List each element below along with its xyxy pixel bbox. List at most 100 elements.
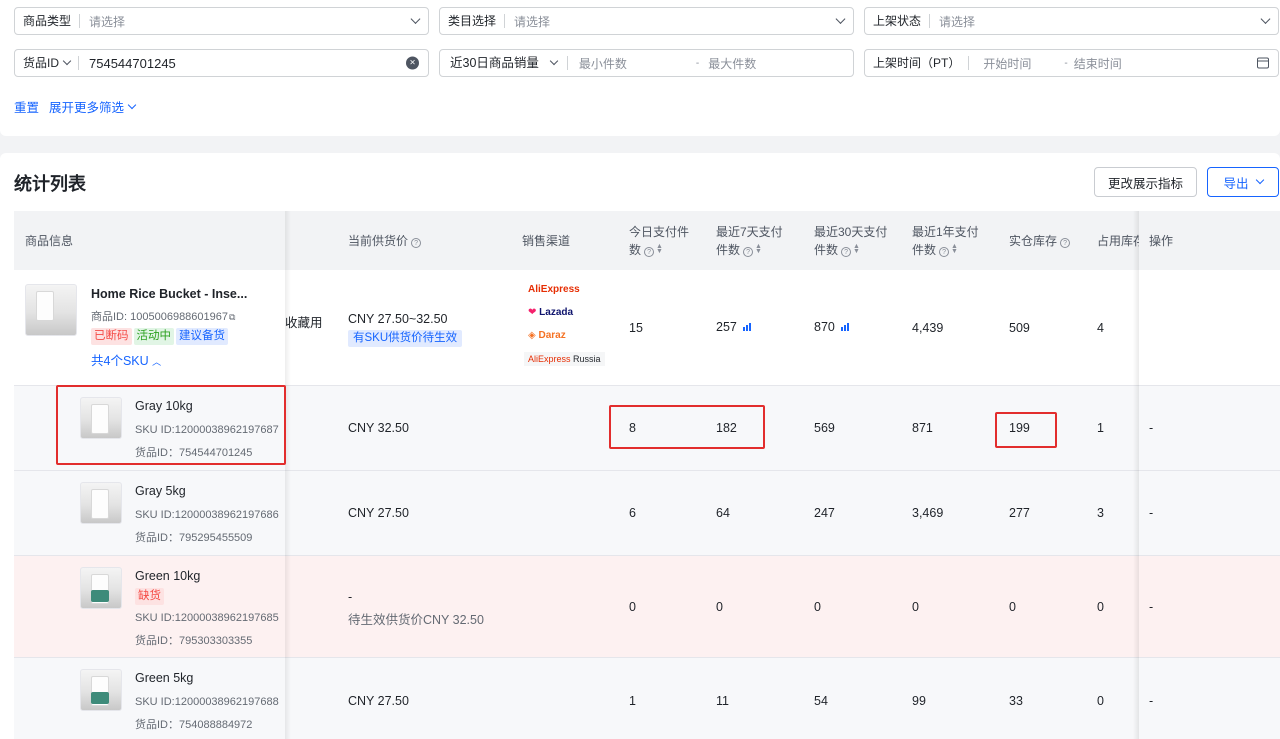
chevron-down-icon (549, 56, 559, 66)
occupied-value: 1 (1097, 421, 1104, 435)
col-today-paid[interactable]: 今日支付件数 ?▲ ▼ (629, 223, 689, 259)
col-action: 操作 (1149, 234, 1174, 248)
trend-chart-icon[interactable] (840, 323, 851, 331)
chevron-down-icon (835, 14, 846, 24)
sku-goods-id: 货品ID：795295455509 (135, 532, 253, 544)
change-metrics-button[interactable]: 更改展示指标 (1094, 167, 1197, 197)
channel-lazada: ❤ Lazada (528, 307, 574, 318)
sales-period-label: 近30日商品销量 (450, 56, 539, 70)
goods-id-field[interactable]: 货品ID 754544701245 × (14, 49, 429, 77)
copy-icon[interactable]: ⧉ (229, 312, 235, 322)
help-icon[interactable]: ? (743, 247, 754, 257)
action-value: - (1149, 506, 1154, 520)
occupied-value: 4 (1097, 321, 1104, 335)
sku-row-out-of-stock: Green 10kg 缺货 SKU ID:12000038962197685 货… (14, 556, 1280, 658)
fixed-column-shadow (285, 211, 291, 739)
help-icon[interactable]: ? (1060, 238, 1071, 248)
id-type-select[interactable]: 货品ID (15, 56, 80, 70)
paid-7d-value: 0 (716, 600, 723, 614)
today-paid-value: 0 (629, 600, 636, 614)
paid-1y-value: 3,469 (912, 506, 944, 520)
end-time-input[interactable]: 结束时间 (1068, 55, 1122, 72)
col-current-price: 当前供货价? (348, 232, 422, 250)
col-product-info: 商品信息 (25, 234, 74, 248)
col-paid-30d[interactable]: 最近30天支付 件数 ?▲ ▼ (814, 223, 887, 259)
expand-filters-link[interactable]: 展开更多筛选 (49, 97, 137, 116)
trend-chart-icon[interactable] (742, 323, 753, 331)
sort-icon[interactable]: ▲ ▼ (755, 243, 762, 255)
product-type-label: 商品类型 (15, 14, 81, 28)
sales-period-select[interactable]: 近30日商品销量 (440, 56, 568, 70)
paid-30d-value: 0 (814, 600, 821, 614)
sku-thumbnail[interactable] (80, 669, 122, 711)
help-icon[interactable]: ? (939, 247, 950, 257)
listing-status-placeholder: 请选择 (939, 14, 976, 29)
start-time-input[interactable]: 开始时间 (969, 55, 1064, 72)
stock-value: 277 (1009, 506, 1030, 520)
sales-range-field[interactable]: 近30日商品销量 最小件数 - 最大件数 (439, 49, 854, 77)
today-paid-value: 15 (629, 321, 643, 335)
price-pending-tag: 有SKU供货价待生效 (348, 330, 464, 347)
product-name[interactable]: Home Rice Bucket - Inse... (91, 287, 247, 301)
category-placeholder: 请选择 (514, 14, 551, 29)
paid-7d-value: 11 (716, 694, 729, 708)
listing-time-label: 上架时间（PT） (865, 56, 970, 70)
product-id: 商品ID: 1005006988601967⧉ (91, 311, 236, 323)
paid-30d-value: 54 (814, 694, 828, 708)
min-quantity-input[interactable]: 最小件数 (568, 55, 696, 72)
sort-icon[interactable]: ▲ ▼ (656, 243, 663, 255)
action-value: - (1149, 694, 1154, 708)
paid-1y-value: 871 (912, 421, 933, 435)
action-value: - (1149, 600, 1154, 614)
calendar-icon[interactable] (1257, 57, 1269, 69)
filter-panel: 商品类型 请选择 类目选择 请选择 上架状态 请选择 货品ID 75454470… (0, 0, 1280, 136)
product-thumbnail[interactable] (25, 284, 77, 336)
clear-icon[interactable]: × (406, 56, 419, 70)
sku-id: SKU ID:12000038962197686 (135, 509, 279, 521)
paid-7d-value: 64 (716, 506, 730, 520)
help-icon[interactable]: ? (411, 238, 422, 248)
tag-broken-size: 已断码 (91, 328, 132, 345)
id-type-label: 货品ID (23, 56, 60, 70)
expand-filters-label: 展开更多筛选 (49, 101, 125, 115)
listing-time-field[interactable]: 上架时间（PT） 开始时间 - 结束时间 (864, 49, 1279, 77)
sku-price: CNY 32.50 (348, 421, 409, 435)
fixed-column-shadow-right (1133, 211, 1139, 739)
table-header: 商品信息 当前供货价? 销售渠道 今日支付件数 ?▲ ▼ 最近7天支付 件数 ?▲ ▼ 最… (14, 211, 1280, 270)
product-type-select[interactable]: 商品类型 请选择 (14, 7, 429, 35)
paid-30d-value: 247 (814, 506, 835, 520)
sku-thumbnail[interactable] (80, 567, 122, 609)
sku-price: CNY 27.50 (348, 506, 409, 520)
category-select[interactable]: 类目选择 请选择 (439, 7, 854, 35)
help-icon[interactable]: ? (841, 247, 852, 257)
highlight-box-sales (609, 405, 765, 449)
sku-name: Gray 5kg (135, 484, 186, 498)
pending-price: 待生效供货价CNY 32.50 (348, 613, 484, 627)
col-paid-7d[interactable]: 最近7天支付 件数 ?▲ ▼ (716, 223, 783, 259)
list-title: 统计列表 (14, 174, 86, 194)
paid-1y-value: 99 (912, 694, 926, 708)
sku-name: Green 10kg (135, 569, 201, 583)
sku-toggle[interactable]: 共4个SKU ︿ (91, 350, 161, 369)
chevron-down-icon (127, 100, 137, 109)
goods-id-input[interactable]: 754544701245 (79, 56, 176, 71)
export-button[interactable]: 导出 (1207, 167, 1279, 197)
sort-icon[interactable]: ▲ ▼ (853, 243, 860, 255)
chevron-up-icon: ︿ (152, 357, 162, 367)
channel-daraz: ◈ Daraz (528, 330, 566, 341)
paid-30d-value: 569 (814, 421, 835, 435)
sku-row: Gray 5kg SKU ID:12000038962197686 货品ID：7… (14, 471, 1280, 556)
sku-name: Green 5kg (135, 671, 194, 685)
sku-thumbnail[interactable] (80, 482, 122, 524)
product-tags: 已断码 活动中 建议备货 (91, 328, 230, 345)
product-type-placeholder: 请选择 (89, 14, 126, 29)
max-quantity-input[interactable]: 最大件数 (699, 55, 756, 72)
tag-active: 活动中 (133, 328, 174, 345)
listing-status-select[interactable]: 上架状态 请选择 (864, 7, 1279, 35)
sort-icon[interactable]: ▲ ▼ (951, 243, 958, 255)
help-icon[interactable]: ? (644, 247, 655, 257)
col-stock: 实仓库存? (1009, 232, 1071, 250)
col-paid-1y[interactable]: 最近1年支付 件数 ?▲ ▼ (912, 223, 979, 259)
reset-link[interactable]: 重置 (14, 97, 39, 116)
occupied-value: 3 (1097, 506, 1104, 520)
